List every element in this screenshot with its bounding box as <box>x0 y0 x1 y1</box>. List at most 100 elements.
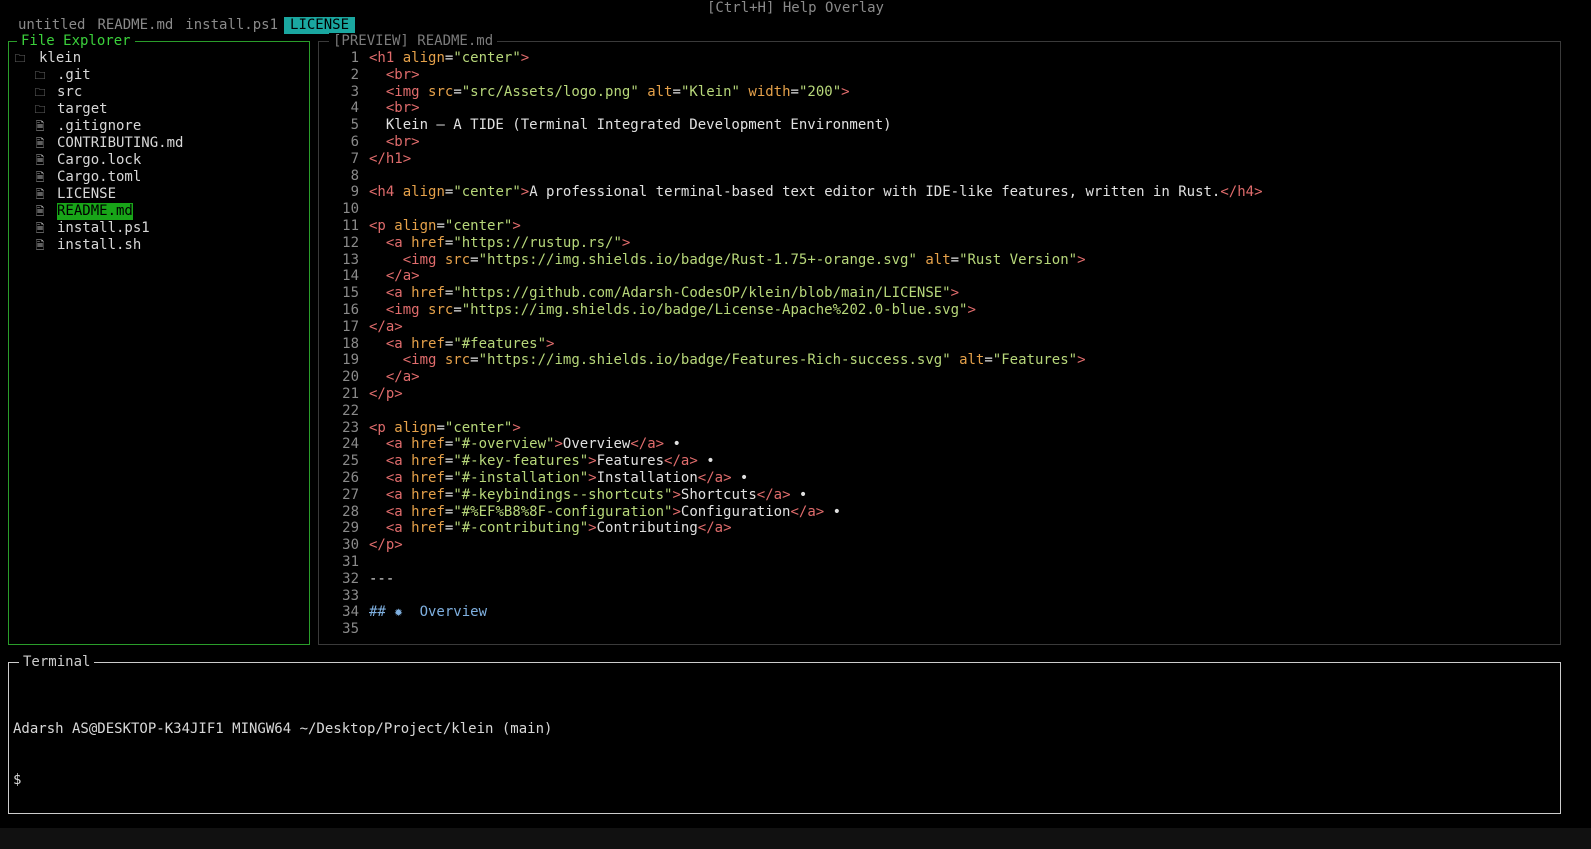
line-number: 11 <box>342 217 359 234</box>
code-line[interactable]: 12 <a href="https://rustup.rs/"> <box>323 235 1556 252</box>
code-line[interactable]: 14 </a> <box>323 268 1556 285</box>
line-number: 32 <box>342 570 359 587</box>
code-line[interactable]: 15 <a href="https://github.com/Adarsh-Co… <box>323 285 1556 302</box>
code-line[interactable]: 24 <a href="#-overview">Overview</a> • <box>323 436 1556 453</box>
code-line[interactable]: 33 <box>323 588 1556 605</box>
code-line[interactable]: 10 <box>323 201 1556 218</box>
tree-item-label: install.sh <box>57 237 142 253</box>
line-text: <h1 align="center"> <box>369 50 530 66</box>
code-line[interactable]: 2 <br> <box>323 67 1556 84</box>
line-number: 13 <box>342 251 359 268</box>
line-text: </a> <box>385 369 420 386</box>
code-line[interactable]: 3 <img src="src/Assets/logo.png" alt="Kl… <box>323 84 1556 101</box>
code-line[interactable]: 7 </h1> <box>323 151 1556 168</box>
help-overlay-hint[interactable]: [Ctrl+H] Help Overlay <box>0 0 1591 16</box>
code-line[interactable]: 9 <h4 align="center">A professional termi… <box>323 184 1556 201</box>
code-line[interactable]: 28 <a href="#%EF%B8%8F-configuration">Co… <box>323 504 1556 521</box>
code-line[interactable]: 11 <p align="center"> <box>323 218 1556 235</box>
line-text: <a href="#-contributing">Contributing</a… <box>385 520 732 537</box>
line-text: <a href="#features"> <box>385 335 555 352</box>
code-line[interactable]: 32 --- <box>323 571 1556 588</box>
line-text: <img src="https://img.shields.io/badge/R… <box>402 251 1086 268</box>
tree-item[interactable]: 🗎 README.md <box>13 203 307 220</box>
tree-item[interactable]: 🗎 LICENSE <box>13 186 307 203</box>
line-text: <br> <box>385 133 420 150</box>
line-text: </h1> <box>369 150 412 167</box>
tree-item[interactable]: 🗎 install.sh <box>13 237 307 254</box>
file-icon: 🗎 <box>35 205 45 218</box>
tab-bar: untitled README.md install.ps1 LICENSE <box>12 17 356 34</box>
code-line[interactable]: 5 Klein – A TIDE (Terminal Integrated De… <box>323 117 1556 134</box>
tab-license[interactable]: LICENSE <box>284 17 356 34</box>
tab-install-ps1[interactable]: install.ps1 <box>179 17 284 34</box>
code-line[interactable]: 20 </a> <box>323 369 1556 386</box>
line-number: 30 <box>342 537 359 554</box>
tree-item[interactable]: 🗀 src <box>13 84 307 101</box>
tree-item[interactable]: 🗎 CONTRIBUTING.md <box>13 135 307 152</box>
tree-item[interactable]: 🗎 install.ps1 <box>13 220 307 237</box>
code-line[interactable]: 4 <br> <box>323 100 1556 117</box>
line-number: 8 <box>350 167 359 184</box>
file-icon: 🗎 <box>35 222 45 235</box>
tree-item[interactable]: 🗀 target <box>13 101 307 118</box>
status-strip <box>0 828 1591 849</box>
tree-item-label: .gitignore <box>57 118 142 134</box>
terminal-output[interactable]: Adarsh AS@DESKTOP-K34JIF1 MINGW64 ~/Desk… <box>13 687 552 823</box>
line-text: </p> <box>369 385 403 402</box>
tab-untitled[interactable]: untitled <box>12 17 91 34</box>
line-text: <img src="src/Assets/logo.png" alt="Klei… <box>385 83 850 100</box>
line-text: </a> <box>369 318 403 335</box>
tree-item-label: Cargo.toml <box>57 169 142 185</box>
line-number: 20 <box>342 369 359 386</box>
code-line[interactable]: 22 <box>323 403 1556 420</box>
code-line[interactable]: 19 <img src="https://img.shields.io/badg… <box>323 352 1556 369</box>
line-text: ## ✹ Overview <box>369 604 488 621</box>
preview-title: [PREVIEW] README.md <box>329 33 498 49</box>
line-number: 10 <box>342 201 359 218</box>
code-line[interactable]: 21 </p> <box>323 386 1556 403</box>
code-line[interactable]: 13 <img src="https://img.shields.io/badg… <box>323 252 1556 269</box>
code-line[interactable]: 18 <a href="#features"> <box>323 336 1556 353</box>
line-number: 21 <box>342 385 359 402</box>
line-number: 34 <box>342 604 359 621</box>
line-number: 7 <box>350 150 359 167</box>
file-icon: 🗎 <box>35 154 45 167</box>
code-line[interactable]: 1 <h1 align="center"> <box>323 50 1556 67</box>
line-number: 1 <box>350 50 359 66</box>
code-line[interactable]: 27 <a href="#-keybindings--shortcuts">Sh… <box>323 487 1556 504</box>
code-line[interactable]: 26 <a href="#-installation">Installation… <box>323 470 1556 487</box>
line-text: <a href="#-keybindings--shortcuts">Short… <box>385 486 808 503</box>
terminal-title: Terminal <box>19 654 95 670</box>
code-line[interactable]: 23 <p align="center"> <box>323 420 1556 437</box>
tree-item[interactable]: 🗀 .git <box>13 67 307 84</box>
code-line[interactable]: 35 <box>323 621 1556 638</box>
code-line[interactable]: 29 <a href="#-contributing">Contributing… <box>323 520 1556 537</box>
code-line[interactable]: 16 <img src="https://img.shields.io/badg… <box>323 302 1556 319</box>
tree-item[interactable]: 🗎 Cargo.lock <box>13 152 307 169</box>
file-icon: 🗎 <box>35 239 45 252</box>
line-number: 25 <box>342 453 359 470</box>
terminal-input-line[interactable]: $ <box>13 772 552 789</box>
tree-item[interactable]: 🗎 Cargo.toml <box>13 169 307 186</box>
line-number: 14 <box>342 268 359 285</box>
line-number: 19 <box>342 352 359 369</box>
code-line[interactable]: 8 <box>323 168 1556 185</box>
code-line[interactable]: 30 </p> <box>323 537 1556 554</box>
code-line[interactable]: 34 ## ✹ Overview <box>323 604 1556 621</box>
line-number: 22 <box>342 402 359 419</box>
line-number: 23 <box>342 419 359 436</box>
code-line[interactable]: 17 </a> <box>323 319 1556 336</box>
line-text: <h4 align="center">A professional termin… <box>369 184 1263 201</box>
top-bar: [Ctrl+H] Help Overlay <box>0 0 1591 18</box>
code-line[interactable]: 31 <box>323 554 1556 571</box>
line-text: <a href="#%EF%B8%8F-configuration">Confi… <box>385 503 842 520</box>
terminal-panel[interactable]: Terminal Adarsh AS@DESKTOP-K34JIF1 MINGW… <box>8 654 1561 814</box>
tree-root[interactable]: 🗀 klein <box>13 50 307 67</box>
code-line[interactable]: 6 <br> <box>323 134 1556 151</box>
line-number: 2 <box>350 66 359 83</box>
tab-readme-md[interactable]: README.md <box>91 17 179 34</box>
code-line[interactable]: 25 <a href="#-key-features">Features</a>… <box>323 453 1556 470</box>
tree-item[interactable]: 🗎 .gitignore <box>13 118 307 135</box>
tree-root-label: klein <box>39 50 82 66</box>
code-view[interactable]: 1 <h1 align="center"> 2 <br> 3 <img src="sr… <box>323 50 1556 638</box>
